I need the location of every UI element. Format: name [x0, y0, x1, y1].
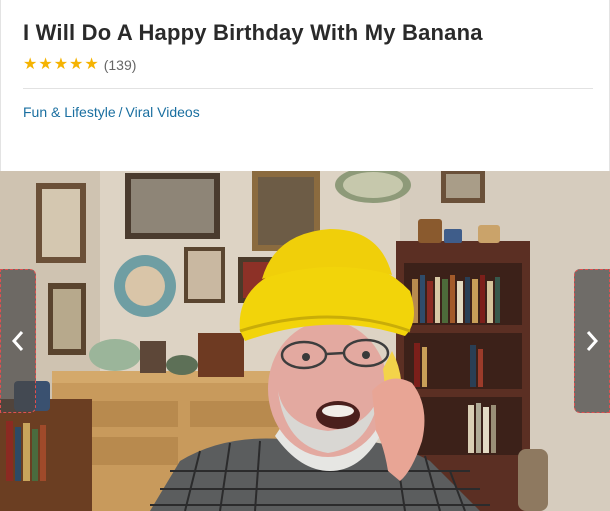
carousel-next-button[interactable]: [574, 269, 610, 413]
video-player[interactable]: [0, 171, 610, 511]
star-icon[interactable]: ★: [54, 57, 68, 73]
video-frame: [0, 171, 610, 511]
breadcrumb: Fun & Lifestyle / Viral Videos: [23, 104, 200, 120]
star-icon[interactable]: ★: [84, 57, 98, 73]
star-icon[interactable]: ★: [23, 57, 37, 73]
star-icon[interactable]: ★: [38, 57, 52, 73]
chevron-left-icon: [11, 331, 24, 351]
chevron-right-icon: [586, 331, 599, 351]
rating[interactable]: ★ ★ ★ ★ ★ (139): [23, 56, 136, 74]
carousel-prev-button[interactable]: [0, 269, 36, 413]
breadcrumb-category-link[interactable]: Fun & Lifestyle: [23, 104, 116, 120]
video-header: I Will Do A Happy Birthday With My Banan…: [0, 0, 610, 171]
breadcrumb-subcategory-link[interactable]: Viral Videos: [126, 104, 200, 120]
star-icon[interactable]: ★: [69, 57, 83, 73]
star-rating[interactable]: ★ ★ ★ ★ ★: [23, 57, 100, 73]
divider: [23, 88, 593, 89]
video-title: I Will Do A Happy Birthday With My Banan…: [23, 20, 483, 45]
rating-count: (139): [103, 57, 137, 73]
breadcrumb-separator: /: [118, 104, 123, 120]
